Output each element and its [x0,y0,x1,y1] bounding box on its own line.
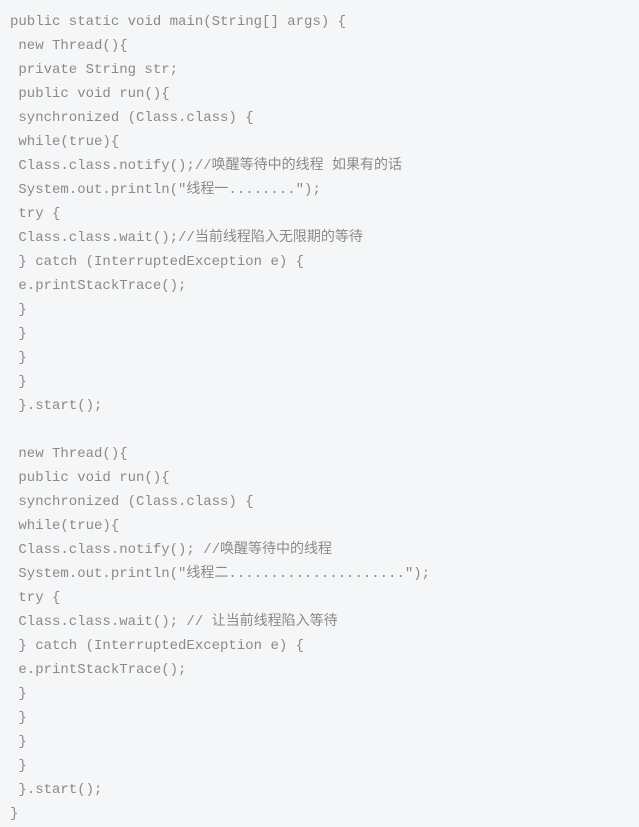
code-line: synchronized (Class.class) { [10,106,629,130]
code-line: Class.class.notify(); //唤醒等待中的线程 [10,538,629,562]
code-line: } [10,370,629,394]
code-line: } [10,706,629,730]
code-line: }.start(); [10,394,629,418]
code-line: System.out.println("线程二.................… [10,562,629,586]
code-line: Class.class.notify();//唤醒等待中的线程 如果有的话 [10,154,629,178]
code-line: new Thread(){ [10,442,629,466]
code-line: private String str; [10,58,629,82]
code-line: Class.class.wait();//当前线程陷入无限期的等待 [10,226,629,250]
code-line: public void run(){ [10,82,629,106]
code-line: Class.class.wait(); // 让当前线程陷入等待 [10,610,629,634]
code-line: try { [10,586,629,610]
code-line: while(true){ [10,130,629,154]
code-line: } [10,346,629,370]
code-line: } [10,754,629,778]
code-line: public void run(){ [10,466,629,490]
code-line: new Thread(){ [10,34,629,58]
code-block: public static void main(String[] args) {… [10,10,629,826]
code-line: e.printStackTrace(); [10,658,629,682]
code-line: } [10,730,629,754]
code-line: public static void main(String[] args) { [10,10,629,34]
code-line [10,418,629,442]
code-line: e.printStackTrace(); [10,274,629,298]
code-line: try { [10,202,629,226]
code-line: } catch (InterruptedException e) { [10,250,629,274]
code-line: while(true){ [10,514,629,538]
code-line: }.start(); [10,778,629,802]
code-line: } catch (InterruptedException e) { [10,634,629,658]
code-line: System.out.println("线程一........"); [10,178,629,202]
code-line: } [10,298,629,322]
code-line: } [10,682,629,706]
code-line: synchronized (Class.class) { [10,490,629,514]
code-line: } [10,802,629,826]
code-line: } [10,322,629,346]
